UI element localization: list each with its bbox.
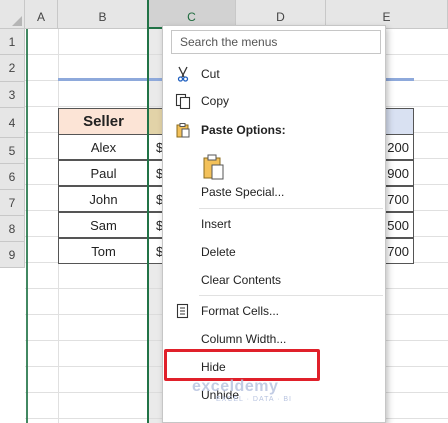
menu-item-cut-label: Cut: [201, 67, 220, 81]
watermark-tagline: EXCEL · DATA · BI: [216, 396, 292, 403]
row-header-4[interactable]: 4: [0, 108, 25, 138]
menu-item-delete[interactable]: Delete: [163, 239, 385, 265]
menu-item-insert[interactable]: Insert: [163, 211, 385, 237]
column-header-a[interactable]: A: [25, 0, 58, 29]
search-menus-input[interactable]: Search the menus: [171, 30, 381, 54]
row-header-9[interactable]: 9: [0, 242, 25, 268]
selection-border-left: [147, 0, 149, 423]
row-header-5[interactable]: 5: [0, 138, 25, 164]
row-header-8[interactable]: 8: [0, 216, 25, 242]
table-header-seller[interactable]: Seller: [58, 108, 149, 135]
menu-item-column-width-label: Column Width...: [201, 332, 287, 346]
table-cell-seller[interactable]: Sam: [58, 212, 149, 238]
menu-item-paste-options-label: Paste Options:: [201, 123, 286, 137]
scissors-icon: [175, 66, 191, 82]
menu-item-copy[interactable]: Copy: [163, 88, 385, 114]
row-header-2[interactable]: 2: [0, 55, 25, 82]
row-header-3[interactable]: 3: [0, 82, 25, 108]
watermark-logo: exceldemy: [192, 378, 279, 395]
menu-item-paste-options: Paste Options:: [163, 117, 385, 143]
menu-item-delete-label: Delete: [201, 245, 236, 259]
table-cell-seller[interactable]: Tom: [58, 238, 149, 264]
copy-icon: [175, 93, 191, 110]
menu-item-clear-contents[interactable]: Clear Contents: [163, 267, 385, 293]
table-cell-seller[interactable]: John: [58, 186, 149, 212]
row-header-6[interactable]: 6: [0, 164, 25, 190]
select-all-corner[interactable]: [0, 0, 25, 29]
column-header-b[interactable]: B: [58, 0, 148, 29]
menu-item-insert-label: Insert: [201, 217, 232, 231]
table-cell-seller[interactable]: Paul: [58, 160, 149, 186]
clipboard-icon: [203, 154, 224, 180]
menu-item-clear-contents-label: Clear Contents: [201, 273, 282, 287]
clipboard-icon: [175, 122, 191, 138]
menu-item-paste-special[interactable]: Paste Special...: [163, 179, 385, 205]
paste-button[interactable]: [201, 153, 227, 181]
menu-item-paste-special-label: Paste Special...: [201, 185, 285, 199]
menu-item-format-cells[interactable]: Format Cells...: [163, 298, 385, 324]
hide-highlight-box: [164, 349, 320, 381]
format-cells-icon: [175, 303, 191, 319]
menu-item-copy-label: Copy: [201, 94, 230, 108]
column-a-edge: [26, 29, 28, 423]
table-cell-seller[interactable]: Alex: [58, 134, 149, 160]
row-header-1[interactable]: 1: [0, 29, 25, 55]
menu-item-cut[interactable]: Cut: [163, 61, 385, 87]
menu-item-format-cells-label: Format Cells...: [201, 304, 280, 318]
menu-separator: [199, 295, 383, 296]
row-header-7[interactable]: 7: [0, 190, 25, 216]
menu-separator: [199, 208, 383, 209]
